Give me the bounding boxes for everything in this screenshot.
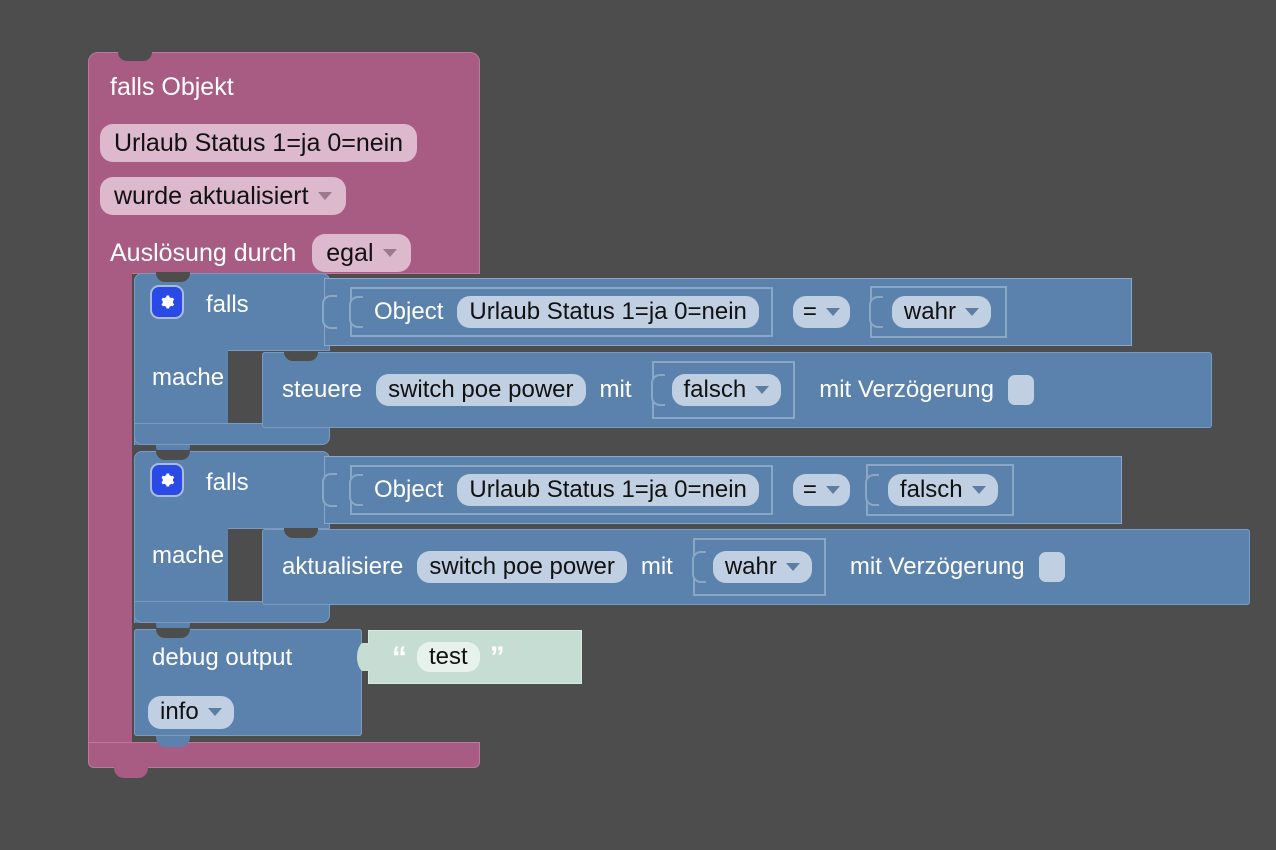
value-plug [865,474,879,506]
comparison-operator-dropdown-1[interactable]: = [793,296,850,329]
aktualisiere-target-field[interactable]: switch poe power [417,551,626,584]
chevron-down-icon [786,563,800,571]
quote-open-icon: “ [392,647,407,668]
event-source-label: Auslösung durch [110,241,296,266]
boolean-dropdown-2[interactable]: falsch [888,474,998,507]
chevron-down-icon [755,386,769,394]
chevron-down-icon [318,192,332,200]
steuere-value-label: falsch [684,377,747,404]
block-top-notch [156,272,190,282]
debug-output-block[interactable]: debug output info [134,629,362,736]
blockly-workspace[interactable]: falls Objekt Urlaub Status 1=ja 0=nein w… [0,0,1276,850]
aktualisiere-value-boolean-block[interactable]: wahr [695,540,824,594]
event-source-dropdown[interactable]: egal [312,234,410,272]
text-value-field[interactable]: test [417,642,480,673]
object-get-label-2: Object [374,478,443,502]
block-top-notch [284,528,318,538]
if-block-1-do-label: mache [152,366,224,390]
event-source-row: Auslösung durch egal [110,234,411,272]
gear-icon[interactable] [152,465,182,495]
value-plug [349,296,363,328]
steuere-value-boolean-block[interactable]: falsch [654,363,794,417]
aktualisiere-statement-block[interactable]: aktualisiere switch poe power mit wahr m… [262,529,1250,605]
if-block-1-if-label: falls [206,293,249,317]
block-top-notch [156,628,190,638]
comparison-operator-dropdown-2[interactable]: = [793,474,850,507]
steuere-verb-label: steuere [282,378,362,402]
text-string-block[interactable]: “ test ” [368,630,582,684]
chevron-down-icon [826,308,840,316]
aktualisiere-with-label: mit [641,555,673,579]
block-bottom-notch [284,428,318,439]
event-trigger-dropdown[interactable]: wurde aktualisiert [100,177,346,215]
boolean-dropdown-label-1: wahr [904,299,956,326]
block-top-notch [156,450,190,460]
boolean-block-1[interactable]: wahr [872,288,1005,336]
boolean-dropdown-label-2: falsch [900,477,963,504]
object-get-block-2[interactable]: Object Urlaub Status 1=ja 0=nein [352,467,771,513]
block-top-notch [118,51,152,61]
block-bottom-notch [114,766,148,778]
value-plug [692,551,706,583]
value-plug [322,295,337,329]
compare-block-1[interactable]: Object Urlaub Status 1=ja 0=nein = wahr [324,278,1132,346]
compare-block-2[interactable]: Object Urlaub Status 1=ja 0=nein = falsc… [324,456,1122,524]
if-block-2-do-label: mache [152,544,224,568]
block-bottom-notch [284,605,318,616]
chevron-down-icon [972,486,986,494]
event-source-dropdown-label: egal [326,239,373,267]
boolean-dropdown-1[interactable]: wahr [892,296,991,329]
event-block-spine [88,262,132,744]
chevron-down-icon [965,308,979,316]
steuere-statement-block[interactable]: steuere switch poe power mit falsch mit … [262,352,1212,428]
block-bottom-notch [156,736,190,747]
event-trigger-dropdown-label: wurde aktualisiert [114,182,309,210]
comparison-operator-label-1: = [803,299,817,326]
event-object-field[interactable]: Urlaub Status 1=ja 0=nein [100,124,417,162]
steuere-delay-checkbox[interactable] [1008,375,1034,405]
steuere-delay-label: mit Verzögerung [819,378,994,402]
aktualisiere-value-label: wahr [725,554,777,581]
quote-close-icon: ” [490,647,505,668]
event-block-foot [88,742,480,768]
aktualisiere-value-dropdown[interactable]: wahr [713,551,812,584]
block-top-notch [284,351,318,361]
boolean-block-2[interactable]: falsch [868,466,1012,514]
gear-icon[interactable] [152,287,182,317]
value-plug [651,374,665,406]
if-block-2-if-label: falls [206,471,249,495]
aktualisiere-verb-label: aktualisiere [282,555,403,579]
object-id-field-2[interactable]: Urlaub Status 1=ja 0=nein [457,474,759,507]
steuere-target-field[interactable]: switch poe power [376,374,585,407]
chevron-down-icon [383,249,397,257]
event-block-title: falls Objekt [110,75,234,100]
debug-severity-dropdown[interactable]: info [148,696,234,729]
object-get-block-1[interactable]: Object Urlaub Status 1=ja 0=nein [352,289,771,335]
object-id-field-1[interactable]: Urlaub Status 1=ja 0=nein [457,296,759,329]
comparison-operator-label-2: = [803,477,817,504]
debug-output-label: debug output [152,646,292,670]
value-plug [349,474,363,506]
value-plug [322,473,337,507]
chevron-down-icon [208,708,222,716]
chevron-down-icon [826,486,840,494]
steuere-value-dropdown[interactable]: falsch [672,374,782,407]
object-get-label-1: Object [374,300,443,324]
steuere-with-label: mit [600,378,632,402]
aktualisiere-delay-checkbox[interactable] [1039,552,1065,582]
aktualisiere-delay-label: mit Verzögerung [850,555,1025,579]
debug-severity-label: info [160,699,199,726]
value-plug [869,296,883,328]
